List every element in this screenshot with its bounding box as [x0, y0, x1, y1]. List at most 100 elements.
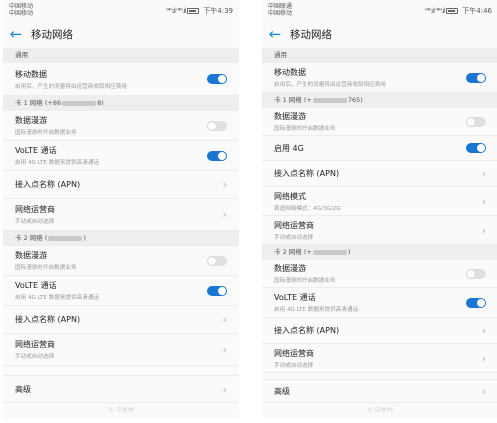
- chevron-right-icon: ›: [481, 194, 486, 208]
- card1-header-prefix: 卡 1 网络 (+86: [15, 99, 62, 107]
- mobile-data-row[interactable]: 移动数据 启用后，产生的流量将由运营商收取相应费用: [262, 63, 497, 93]
- card2-roaming-row[interactable]: 数据漫游 国际漫游时开启数据业务: [262, 260, 497, 288]
- section-general: 通用: [262, 48, 497, 63]
- title-bar: ← 移动网络: [3, 20, 239, 48]
- card2-volte-label: VoLTE 通话: [15, 281, 57, 290]
- card2-apn-row[interactable]: 接入点名称 (APN) ›: [262, 318, 497, 344]
- chevron-right-icon: ›: [481, 324, 486, 337]
- card1-network-mode-sub: 首选网络模式：4G/3G/2G: [274, 205, 341, 212]
- mobile-data-toggle[interactable]: [207, 74, 227, 84]
- card1-roaming-row[interactable]: 数据漫游 国际漫游时开启数据业务: [3, 111, 239, 141]
- back-arrow-icon[interactable]: ←: [264, 26, 286, 42]
- card1-header-prefix: 卡 1 网络 (+: [274, 96, 312, 104]
- card1-roaming-row[interactable]: 数据漫游 国际漫游时开启数据业务: [262, 108, 497, 136]
- redacted-number: [62, 100, 97, 106]
- watermark: © 中关村: [108, 407, 134, 414]
- mobile-data-toggle[interactable]: [466, 72, 486, 83]
- chevron-right-icon: ›: [222, 208, 227, 221]
- card1-operator-sub: 手动或自动选择: [274, 234, 314, 241]
- carrier-names: 中国移动 中国移动: [9, 3, 33, 17]
- card1-apn-row[interactable]: 接入点名称 (APN) ›: [262, 161, 497, 187]
- chevron-right-icon: ›: [481, 223, 486, 237]
- card1-4g-row[interactable]: 启用 4G: [262, 136, 497, 161]
- card1-network-mode-row[interactable]: 网络模式 首选网络模式：4G/3G/2G ›: [262, 187, 497, 216]
- back-arrow-icon[interactable]: ←: [5, 26, 27, 42]
- card2-roaming-toggle[interactable]: [207, 255, 227, 266]
- card2-volte-toggle[interactable]: [207, 285, 227, 296]
- card2-operator-sub: 手动或自动选择: [15, 354, 55, 360]
- card2-volte-sub: 启用 4G LTE 数据来提供高清通话: [15, 295, 100, 301]
- card2-roaming-label: 数据漫游: [15, 251, 47, 260]
- mobile-data-label: 移动数据: [274, 68, 306, 77]
- card1-operator-row[interactable]: 网络运营商 手动或自动选择 ›: [3, 199, 239, 231]
- signal-icon: ⁿ⁴ᴳ.ıl ⁿ⁴ᴳ.ıl: [424, 7, 446, 15]
- carrier-2: 中国移动: [268, 10, 293, 17]
- carrier-2: 中国移动: [9, 10, 34, 17]
- card1-operator-row[interactable]: 网络运营商 手动或自动选择 ›: [262, 216, 497, 245]
- page-title: 移动网络: [290, 28, 332, 41]
- card1-volte-row[interactable]: VoLTE 通话 启用 4G LTE 数据来提供高清通话: [3, 141, 239, 171]
- card1-header-suffix: 765): [347, 96, 363, 104]
- card2-header-prefix: 卡 2 网络 (+: [274, 248, 312, 256]
- status-bar: 中国移动 中国移动 ⁿ⁴ᴳ.ıl ⁿ⁴ᴳ.ıl 下午4:39: [3, 0, 239, 20]
- chevron-right-icon: ›: [481, 167, 486, 180]
- redacted-number: [312, 97, 347, 103]
- card1-header-suffix: 8): [97, 99, 104, 107]
- card2-roaming-sub: 国际漫游时开启数据业务: [274, 278, 336, 284]
- card2-roaming-sub: 国际漫游时开启数据业务: [15, 265, 77, 271]
- advanced-label: 高级: [15, 384, 31, 394]
- card2-operator-row[interactable]: 网络运营商 手动或自动选择 ›: [262, 344, 497, 373]
- card2-operator-sub: 手动或自动选择: [274, 362, 314, 369]
- card1-apn-row[interactable]: 接入点名称 (APN) ›: [3, 171, 239, 199]
- chevron-right-icon: ›: [222, 382, 227, 396]
- card2-roaming-row[interactable]: 数据漫游 国际漫游时开启数据业务: [3, 246, 239, 276]
- mobile-data-row[interactable]: 移动数据 启用后，产生的流量将由运营商收取相应费用: [3, 63, 239, 96]
- card2-operator-row[interactable]: 网络运营商 手动或自动选择 ›: [3, 334, 239, 366]
- card2-apn-label: 接入点名称 (APN): [15, 315, 81, 324]
- card2-roaming-toggle[interactable]: [466, 268, 486, 279]
- card1-volte-toggle[interactable]: [207, 150, 227, 161]
- card2-header-suffix: ): [347, 248, 351, 256]
- clock: 下午4:39: [203, 7, 233, 15]
- card2-apn-row[interactable]: 接入点名称 (APN) ›: [3, 306, 239, 334]
- card1-roaming-toggle[interactable]: [207, 120, 227, 131]
- redacted-number: [48, 235, 83, 241]
- card1-apn-label: 接入点名称 (APN): [15, 180, 81, 189]
- mobile-data-label: 移动数据: [15, 69, 47, 79]
- card2-header-prefix: 卡 2 网络 (: [15, 234, 48, 242]
- card2-volte-sub: 启用 4G LTE 数据来提供高清通话: [274, 307, 359, 313]
- card2-roaming-label: 数据漫游: [274, 264, 306, 273]
- card1-operator-sub: 手动或自动选择: [15, 219, 55, 225]
- section-general: 通用: [3, 48, 239, 63]
- advanced-row[interactable]: 高级 ›: [3, 375, 239, 403]
- section-card2: 卡 2 网络 (): [3, 231, 239, 246]
- chevron-right-icon: ›: [481, 351, 486, 365]
- card2-apn-label: 接入点名称 (APN): [274, 326, 340, 335]
- card2-operator-label: 网络运营商: [15, 340, 55, 349]
- mobile-data-sub: 启用后，产生的流量将由运营商收取相应费用: [15, 83, 127, 90]
- battery-icon: [446, 8, 459, 14]
- section-card1: 卡 1 网络 (+86 8): [3, 96, 239, 111]
- card1-4g-toggle[interactable]: [466, 143, 486, 153]
- page-title: 移动网络: [31, 28, 73, 41]
- card2-volte-row[interactable]: VoLTE 通话 启用 4G LTE 数据来提供高清通话: [262, 288, 497, 318]
- advanced-row[interactable]: 高级 ›: [262, 379, 497, 403]
- carrier-1: 中国移动: [9, 3, 34, 10]
- clock: 下午4:46: [462, 7, 492, 15]
- card2-operator-label: 网络运营商: [274, 348, 314, 358]
- signal-icon: ⁿ⁴ᴳ.ıl ⁿ⁴ᴳ.ıl: [165, 7, 187, 15]
- card1-operator-label: 网络运营商: [274, 220, 314, 230]
- phone-screen-right: 中国联通 中国移动 ⁿ⁴ᴳ.ıl ⁿ⁴ᴳ.ıl 下午4:46 ← 移动网络 通用…: [262, 0, 497, 418]
- card1-operator-label: 网络运营商: [15, 205, 55, 214]
- mobile-data-sub: 启用后，产生的流量将由运营商收取相应费用: [274, 82, 386, 88]
- battery-icon: [187, 8, 200, 14]
- card2-volte-toggle[interactable]: [466, 297, 486, 308]
- card1-network-mode-label: 网络模式: [274, 191, 306, 201]
- watermark: © 中关村: [367, 407, 393, 414]
- card1-roaming-toggle[interactable]: [466, 116, 486, 127]
- carrier-names: 中国联通 中国移动: [268, 3, 292, 17]
- title-bar: ← 移动网络: [262, 20, 497, 48]
- chevron-right-icon: ›: [222, 313, 227, 326]
- chevron-right-icon: ›: [222, 343, 227, 356]
- card2-volte-row[interactable]: VoLTE 通话 启用 4G LTE 数据来提供高清通话: [3, 276, 239, 306]
